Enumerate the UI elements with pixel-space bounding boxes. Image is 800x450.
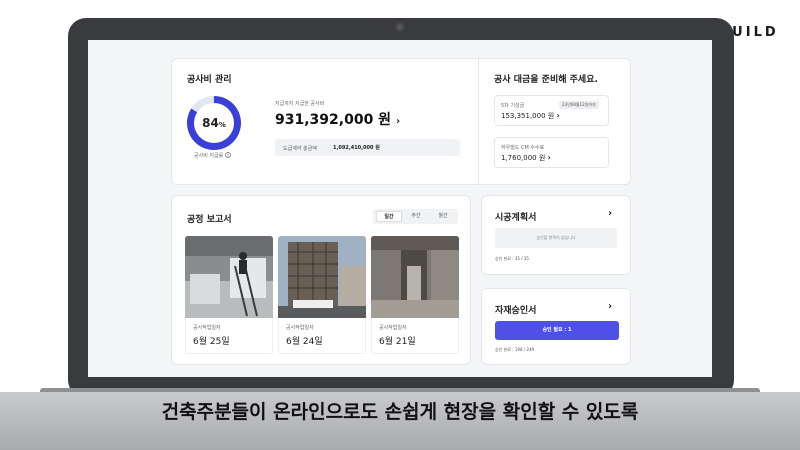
tab-daily[interactable]: 일간 xyxy=(376,211,402,222)
construction-plan-card[interactable]: 시공계획서 › 승인할 항목이 없습니다 승인 완료 : 35 / 35 xyxy=(481,195,631,275)
payment-ratio-donut: 84% xyxy=(187,96,241,150)
paid-label: 지급까지 지급한 공사비 xyxy=(275,101,325,107)
chevron-right-icon[interactable]: › xyxy=(608,301,612,312)
chevron-right-icon: › xyxy=(395,116,401,127)
payment-item-cm-fee[interactable]: 하우빌드 CM 수수료 1,760,000 원 › xyxy=(494,137,609,168)
site-photo-caption: 공사작업일자 6월 24일 xyxy=(278,318,366,354)
donut-center: 84% xyxy=(194,103,234,143)
report-title: 공정 보고서 xyxy=(187,215,232,225)
camera-icon xyxy=(395,22,405,32)
material-approval-card[interactable]: 자재승인서 › 승인 필요 : 1 승인 완료 : 198 / 249 xyxy=(481,288,631,365)
plan-title: 시공계획서 xyxy=(495,213,537,223)
contract-amount: 1,092,410,000 원 xyxy=(333,145,380,151)
period-tabs: 일간 주간 월간 xyxy=(373,209,458,224)
contract-box: 도급계약 총금액 1,092,410,000 원 xyxy=(275,139,460,156)
photo-label: 공사작업일자 xyxy=(379,325,407,331)
site-photo-caption: 공사작업일자 6월 25일 xyxy=(185,318,273,354)
approval-needed-button[interactable]: 승인 필요 : 1 xyxy=(495,321,619,340)
plan-status: 승인 완료 : 35 / 35 xyxy=(495,256,529,261)
progress-report-card: 공정 보고서 일간 주간 월간 공사작업일자 6월 25일 공사작업일자 6월 … xyxy=(171,195,471,365)
donut-percent: 84 xyxy=(202,116,219,130)
contract-label: 도급계약 총금액 xyxy=(283,146,317,152)
laptop-screen: 공사비 관리 84% 공사비 지급률 ? 지급까지 지급한 공사비 931,39… xyxy=(88,40,712,377)
chevron-right-icon: › xyxy=(547,153,551,162)
cost-management-card: 공사비 관리 84% 공사비 지급률 ? 지급까지 지급한 공사비 931,39… xyxy=(171,58,631,186)
material-status: 승인 완료 : 198 / 249 xyxy=(495,347,535,352)
paid-amount[interactable]: 931,392,000 원 › xyxy=(275,109,400,129)
photo-date: 6월 25일 xyxy=(193,337,230,347)
payment-item-installment[interactable]: 5차 기성금 23년08월12일까지 153,351,000 원 › xyxy=(494,95,609,126)
ratio-label: 공사비 지급률 ? xyxy=(194,152,231,159)
video-subtitle: 건축주분들이 온라인으로도 손쉽게 현장을 확인할 수 있도록 xyxy=(161,401,639,423)
chevron-right-icon: › xyxy=(556,111,560,120)
divider xyxy=(478,59,479,186)
payment-item-amount: 1,760,000 원 › xyxy=(501,153,551,162)
info-icon: ? xyxy=(224,152,231,158)
photo-date: 6월 21일 xyxy=(379,337,416,347)
payment-item-label: 5차 기성금 xyxy=(501,103,525,109)
tab-monthly[interactable]: 월간 xyxy=(430,211,456,222)
due-date-chip: 23년08월12일까지 xyxy=(559,101,599,109)
photo-label: 공사작업일자 xyxy=(286,325,314,331)
photo-label: 공사작업일자 xyxy=(193,325,221,331)
material-title: 자재승인서 xyxy=(495,306,537,316)
cost-title: 공사비 관리 xyxy=(187,75,232,85)
payment-title: 공사 대금을 준비해 주세요. xyxy=(494,75,598,85)
chevron-right-icon[interactable]: › xyxy=(608,208,612,219)
site-photo[interactable] xyxy=(185,236,273,318)
donut-percent-unit: % xyxy=(218,120,226,129)
site-photo[interactable] xyxy=(371,236,459,318)
payment-item-label: 하우빌드 CM 수수료 xyxy=(501,145,545,151)
plan-empty-state: 승인할 항목이 없습니다 xyxy=(495,228,617,248)
payment-item-amount: 153,351,000 원 › xyxy=(501,111,560,120)
site-photo-caption: 공사작업일자 6월 21일 xyxy=(371,318,459,354)
photo-date: 6월 24일 xyxy=(286,337,323,347)
site-photo[interactable] xyxy=(278,236,366,318)
tab-weekly[interactable]: 주간 xyxy=(403,211,429,222)
